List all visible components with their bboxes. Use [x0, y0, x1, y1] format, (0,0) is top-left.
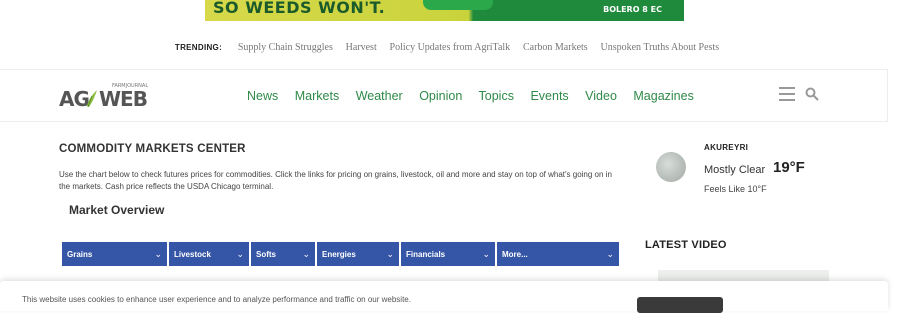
ad-brand: BOLERO 8 EC: [603, 5, 662, 14]
tab-softs[interactable]: Softs ⌄: [251, 242, 315, 266]
trending-link[interactable]: Harvest: [346, 42, 377, 53]
trending-link[interactable]: Policy Updates from AgriTalk: [390, 42, 511, 53]
tab-label: Grains: [67, 249, 93, 259]
weather-city[interactable]: AKUREYRI: [704, 143, 748, 152]
menu-icon[interactable]: [779, 87, 795, 101]
weather-condition: Mostly Clear: [704, 164, 766, 176]
main-nav: News Markets Weather Opinion Topics Even…: [247, 89, 707, 103]
tab-energies[interactable]: Energies ⌄: [317, 242, 399, 266]
chevron-down-icon: ⌄: [236, 248, 244, 259]
nav-topics[interactable]: Topics: [479, 89, 514, 103]
trending-label: TRENDING:: [174, 43, 223, 52]
nav-events[interactable]: Events: [530, 89, 568, 103]
nav-video[interactable]: Video: [585, 89, 617, 103]
latest-video-heading: LATEST VIDEO: [645, 239, 727, 251]
chevron-down-icon: ⌄: [154, 248, 162, 259]
page-description: Use the chart below to check futures pri…: [59, 170, 612, 191]
cookie-accept-button[interactable]: [637, 297, 723, 313]
leaf-icon: [87, 90, 97, 108]
site-logo[interactable]: FARMJOURNAL AG WEB: [59, 83, 149, 111]
nav-news[interactable]: News: [247, 89, 278, 103]
chevron-down-icon: ⌄: [606, 248, 614, 259]
tab-label: Energies: [322, 249, 356, 259]
tab-grains[interactable]: Grains ⌄: [62, 242, 167, 266]
weather-feels-like: Feels Like 10°F: [704, 184, 767, 194]
weather-icon: [656, 152, 686, 182]
nav-weather[interactable]: Weather: [356, 89, 403, 103]
weather-temperature: 19°F: [773, 159, 805, 176]
chevron-down-icon: ⌄: [482, 248, 490, 259]
tab-label: More...: [502, 249, 528, 259]
market-tabs: Grains ⌄ Livestock ⌄ Softs ⌄ Energies ⌄ Fina…: [62, 242, 619, 266]
tab-label: Livestock: [174, 249, 211, 259]
site-header: FARMJOURNAL AG WEB News Markets Weather …: [0, 69, 888, 122]
tab-livestock[interactable]: Livestock ⌄: [169, 242, 249, 266]
trending-bar: TRENDING: Supply Chain Struggles Harvest…: [0, 42, 899, 53]
trending-link[interactable]: Unspoken Truths About Pests: [600, 42, 719, 53]
market-overview-title: Market Overview: [69, 203, 165, 217]
logo-web-text: WEB: [99, 87, 148, 111]
ad-banner[interactable]: SO WEEDS WON'T. BOLERO 8 EC: [205, 0, 684, 21]
logo-ag-text: AG: [59, 87, 90, 111]
tab-label: Softs: [256, 249, 276, 259]
trending-link[interactable]: Carbon Markets: [523, 42, 588, 53]
nav-markets[interactable]: Markets: [295, 89, 339, 103]
tab-label: Financials: [406, 249, 446, 259]
ad-headline: SO WEEDS WON'T.: [213, 0, 386, 17]
chevron-down-icon: ⌄: [302, 248, 310, 259]
trending-link[interactable]: Supply Chain Struggles: [238, 42, 333, 53]
nav-magazines[interactable]: Magazines: [633, 89, 693, 103]
ad-graphic: [423, 0, 493, 10]
tab-financials[interactable]: Financials ⌄: [401, 242, 495, 266]
page-title: COMMODITY MARKETS CENTER: [59, 143, 246, 155]
nav-opinion[interactable]: Opinion: [419, 89, 462, 103]
tab-more[interactable]: More... ⌄: [497, 242, 619, 266]
chevron-down-icon: ⌄: [386, 248, 394, 259]
search-icon[interactable]: [805, 87, 819, 101]
cookie-banner: This website uses cookies to enhance use…: [0, 281, 888, 313]
